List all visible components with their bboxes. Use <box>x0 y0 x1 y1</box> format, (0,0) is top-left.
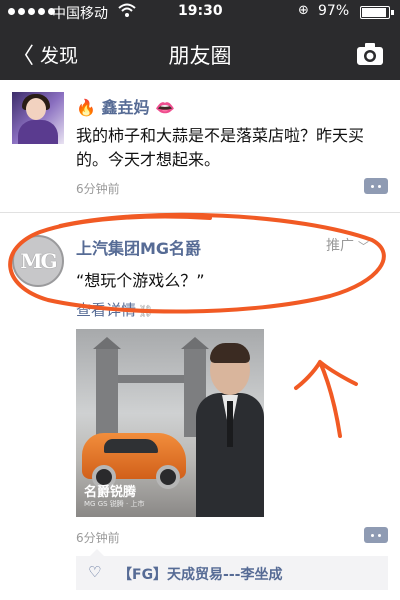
view-details-link[interactable]: 查看详情 ⛓ <box>76 299 153 320</box>
spokesman-figure <box>196 343 264 517</box>
author-name: 鑫垚妈 <box>101 98 150 117</box>
details-label: 查看详情 <box>76 301 137 319</box>
top-bar: 中国移动 19:30 ⊕ 97% 〈 发现 朋友圈 <box>0 0 400 80</box>
link-icon: ⛓ <box>138 304 154 318</box>
signal-icon <box>8 8 55 15</box>
post-author[interactable]: 上汽集团MG名爵 <box>76 235 201 259</box>
bridge-span <box>118 375 184 383</box>
liker-name[interactable]: 【FG】天成贸易---李坐成 <box>118 564 283 584</box>
heart-icon: ♡ <box>88 563 102 581</box>
battery-percent: 97% <box>318 3 350 19</box>
ad-slogan-sub: MG GS 锐腾 · 上市 <box>84 500 145 508</box>
lips-icon: 👄 <box>155 98 176 117</box>
moment-post: 🔥 鑫垚妈 👄 我的柿子和大蒜是不是落菜店啦？昨天买的。今天才想起来。 6分钟前 <box>0 80 400 210</box>
rotation-lock-icon: ⊕ <box>298 3 309 18</box>
wifi-icon <box>118 2 136 22</box>
ad-image[interactable]: 名爵锐腾 MG GS 锐腾 · 上市 <box>76 329 264 517</box>
bridge-tower <box>93 337 121 437</box>
promo-label: 推广 <box>326 238 354 254</box>
carrier-label: 中国移动 <box>52 6 108 22</box>
ad-slogan: 名爵锐腾 <box>84 485 137 500</box>
moment-post-ad: MG 上汽集团MG名爵 推广 ﹀ “想玩个游戏么？” 查看详情 ⛓ 名爵锐腾 MG … <box>0 213 400 600</box>
avatar[interactable] <box>12 92 64 144</box>
page-title: 朋友圈 <box>168 44 232 68</box>
car-wheel <box>156 465 180 489</box>
post-time: 6分钟前 <box>76 182 120 196</box>
likes-bar: ♡ 【FG】天成贸易---李坐成 <box>76 549 388 590</box>
avatar[interactable]: MG <box>12 235 64 287</box>
battery-icon <box>360 6 394 19</box>
post-text: “想玩个游戏么？” <box>76 271 205 290</box>
status-bar: 中国移动 19:30 ⊕ 97% <box>0 0 400 24</box>
clock: 19:30 <box>178 3 223 19</box>
post-text: 我的柿子和大蒜是不是落菜店啦？昨天买的。今天才想起来。 <box>76 126 365 169</box>
camera-icon[interactable] <box>356 42 384 66</box>
fire-icon: 🔥 <box>76 98 96 117</box>
chevron-down-icon: ﹀ <box>358 240 369 253</box>
comment-icon[interactable] <box>364 527 388 543</box>
comment-icon[interactable] <box>364 178 388 194</box>
promo-menu[interactable]: 推广 ﹀ <box>326 235 369 255</box>
post-author[interactable]: 🔥 鑫垚妈 👄 <box>76 94 175 118</box>
post-time: 6分钟前 <box>76 531 120 545</box>
